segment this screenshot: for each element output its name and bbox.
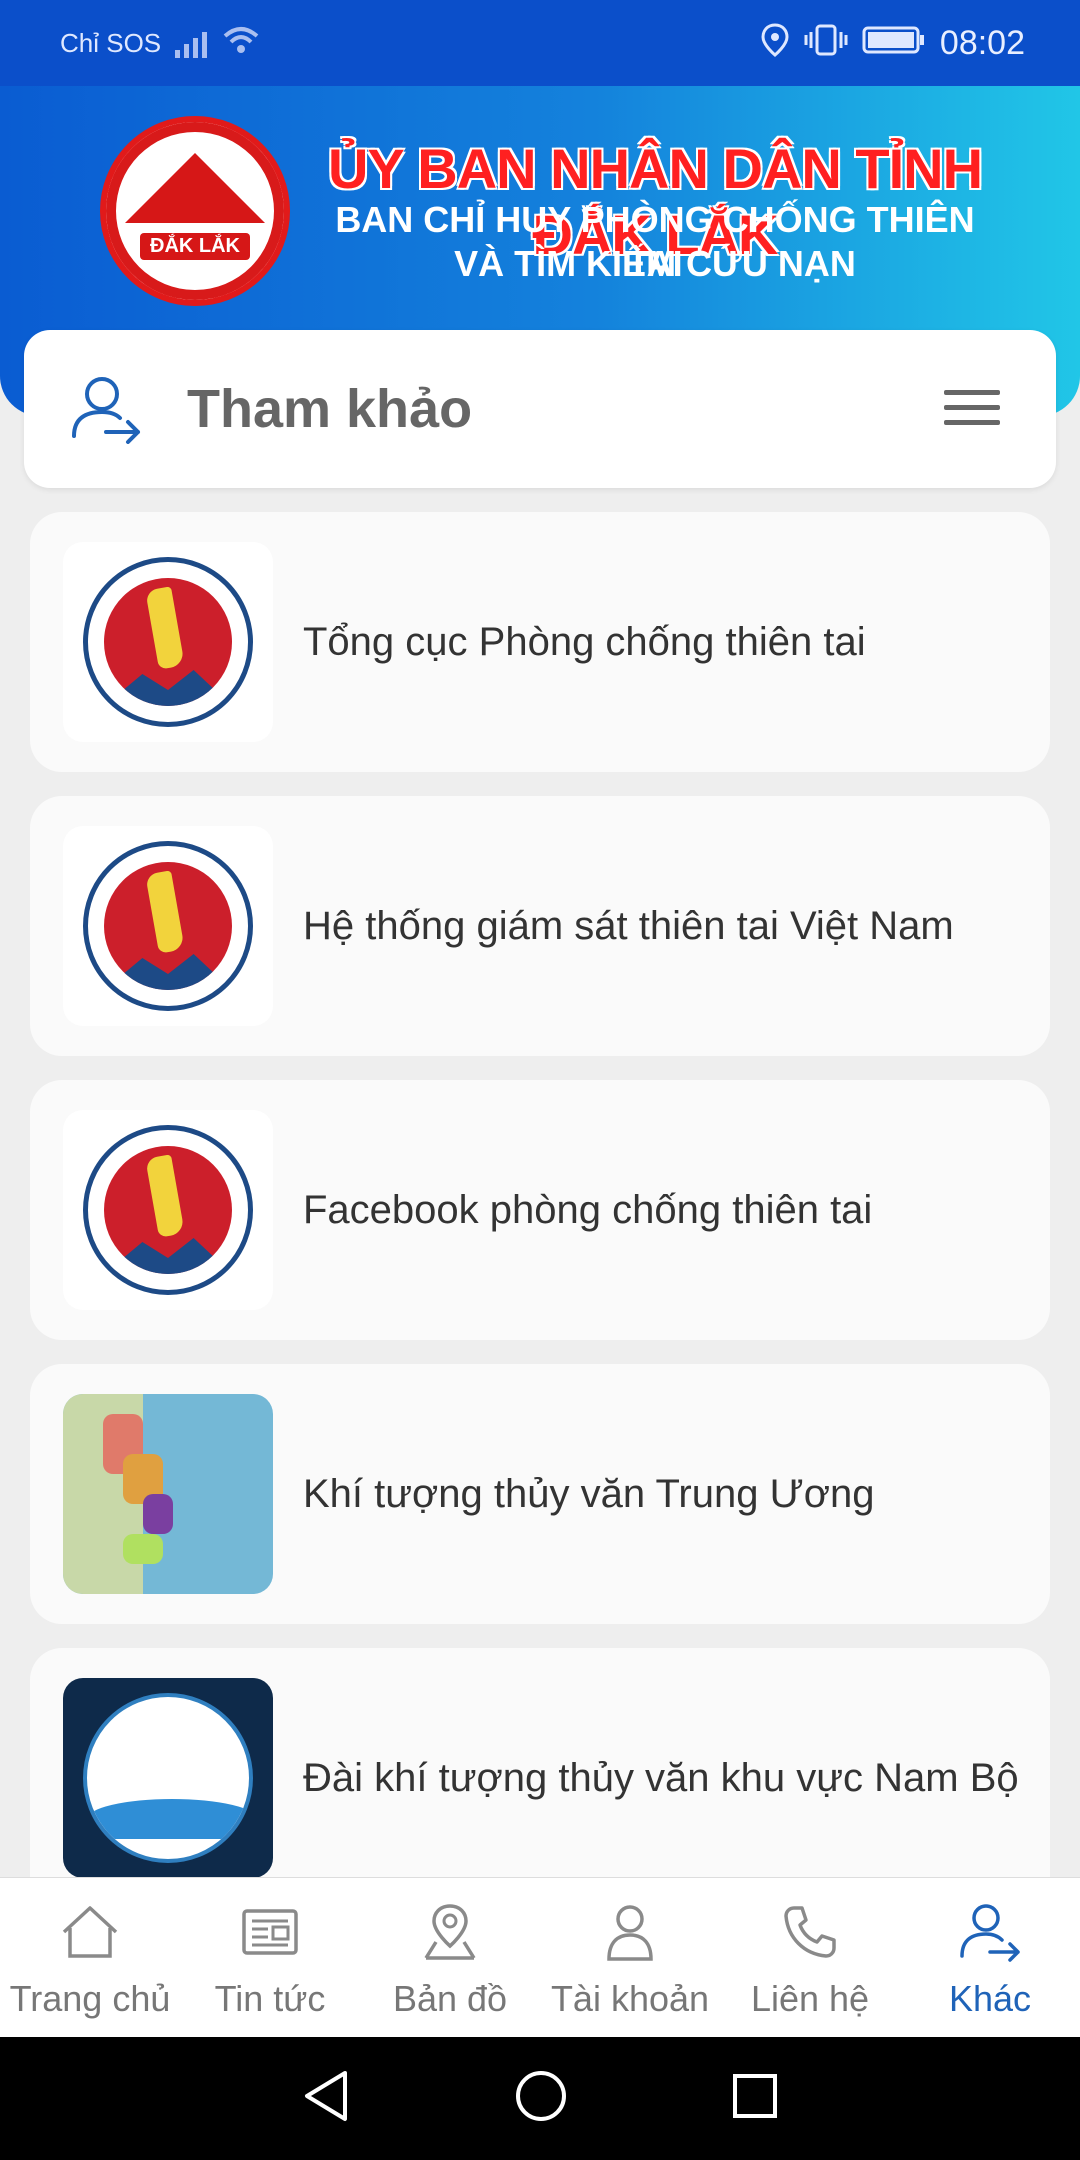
nav-label-home: Trang chủ [9,1978,171,2019]
wifi-icon [221,24,261,63]
nav-item-home[interactable]: Trang chủ [0,1878,180,2038]
seal-logo-icon [63,826,273,1026]
vibrate-icon [804,23,848,64]
nav-item-contact[interactable]: Liên hệ [720,1878,900,2038]
person-icon [598,1900,662,1964]
nav-item-other[interactable]: Khác [900,1878,1080,2038]
back-icon[interactable] [301,2069,351,2128]
page-header: Tham khảo [24,330,1056,488]
hamburger-menu-icon[interactable] [944,390,1000,426]
news-icon [238,1900,302,1964]
system-navigation-bar [0,2037,1080,2160]
location-icon [760,22,790,64]
bottom-navigation: Trang chủ Tin tức Bản đồ Tài khoản Liên … [0,1877,1080,2037]
nav-label-news: Tin tức [214,1978,326,2019]
list-item[interactable]: Hệ thống giám sát thiên tai Việt Nam [30,796,1050,1056]
nav-label-contact: Liên hệ [750,1978,870,2019]
map-pin-icon [418,1900,482,1964]
list-item[interactable]: Facebook phòng chống thiên tai [30,1080,1050,1340]
nav-item-account[interactable]: Tài khoản [540,1878,720,2038]
list-item-label: Hệ thống giám sát thiên tai Việt Nam [303,904,954,948]
nav-label-other: Khác [948,1978,1032,2019]
signal-icon [175,28,208,58]
nav-label-map: Bản đồ [392,1978,508,2019]
seal-logo-icon [63,1110,273,1310]
list-item-label: Tổng cục Phòng chống thiên tai [303,620,866,664]
clock: 08:02 [939,23,1025,62]
nav-item-map[interactable]: Bản đồ [360,1878,540,2038]
home-circle-icon[interactable] [514,2069,568,2128]
list-item[interactable]: Tổng cục Phòng chống thiên tai [30,512,1050,772]
list-item[interactable]: Khí tượng thủy văn Trung Ương [30,1364,1050,1624]
nav-item-news[interactable]: Tin tức [180,1878,360,2038]
user-share-icon [68,374,142,449]
battery-icon [862,25,926,62]
map-thumbnail-icon [63,1394,273,1594]
list-item-label: Facebook phòng chống thiên tai [303,1188,873,1232]
user-share-icon [958,1900,1022,1964]
banner-subtitle-2: VÀ TÌM KIẾM CỨU NẠN [454,243,856,284]
home-icon [58,1900,122,1964]
list-item-label: Đài khí tượng thủy văn khu vực Nam Bộ [303,1756,1019,1800]
seal-logo-icon [63,542,273,742]
province-logo: ĐẮK LẮK [100,116,290,306]
status-bar: Chỉ SOS 08:02 [0,0,1080,86]
weather-station-logo-icon [63,1678,273,1878]
list-item[interactable]: Đài khí tượng thủy văn khu vực Nam Bộ [30,1648,1050,1908]
reference-list: Tổng cục Phòng chống thiên tai Hệ thống … [30,512,1050,1932]
list-item-label: Khí tượng thủy văn Trung Ương [303,1472,875,1516]
logo-text: ĐẮK LẮK [140,232,250,260]
nav-label-account: Tài khoản [550,1978,710,2019]
page-title: Tham khảo [187,379,473,439]
phone-icon [778,1900,842,1964]
recents-square-icon[interactable] [731,2072,779,2125]
carrier-label: Chỉ SOS [60,27,162,58]
